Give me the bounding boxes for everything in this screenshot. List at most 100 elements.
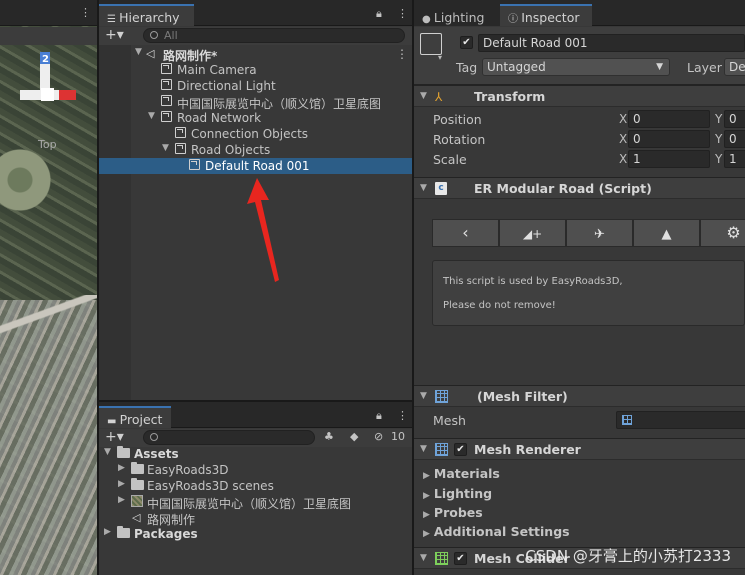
lighting-foldout[interactable]: ▶ Lighting (423, 486, 492, 501)
axis-y-label: Y (715, 112, 723, 126)
hierarchy-item-satellite-map[interactable]: 中国国际展览中心（顺义馆）卫星底图 (99, 94, 412, 111)
panel-menu-icon[interactable]: ⋮ (397, 409, 408, 422)
terrain-icon: ▲ (661, 227, 672, 242)
hierarchy-item-label: Road Objects (191, 143, 271, 157)
fold-arrow-icon[interactable]: ▼ (420, 183, 427, 193)
collapse-arrow-icon[interactable]: ▶ (104, 527, 111, 537)
probes-label: Probes (433, 505, 483, 520)
hidden-packages-icon[interactable]: ⊘ (374, 430, 383, 443)
add-road-icon: ◢+ (522, 227, 543, 241)
help-line-2: Please do not remove! (443, 300, 556, 311)
position-y-field[interactable]: 0 (724, 110, 745, 128)
lightbulb-icon: ● (422, 14, 434, 25)
object-name-field[interactable]: Default Road 001 (478, 34, 745, 52)
mesh-renderer-enabled-checkbox[interactable]: ✔ (454, 443, 467, 456)
project-item-easyroads3d-scenes[interactable]: ▶ EasyRoads3D scenes (99, 478, 412, 494)
tag-dropdown[interactable]: Untagged ▼ (482, 58, 670, 76)
fold-arrow-icon[interactable]: ▼ (420, 391, 427, 401)
gizmo-number: 2 (42, 54, 49, 65)
image-icon (131, 495, 143, 507)
expand-arrow-icon[interactable]: ▼ (162, 143, 169, 153)
tab-lighting[interactable]: ● Lighting (414, 4, 500, 26)
rotation-x-field[interactable]: 0 (628, 130, 710, 148)
gizmo-center[interactable] (41, 88, 54, 101)
position-label[interactable]: Position (433, 112, 482, 127)
hierarchy-item-main-camera[interactable]: Main Camera (99, 62, 412, 78)
icon-dropdown-caret[interactable]: ▾ (438, 53, 442, 62)
layer-dropdown[interactable]: Def (724, 58, 745, 76)
expand-arrow-icon[interactable]: ▼ (148, 111, 155, 121)
add-object-button[interactable]: +▾ (105, 27, 124, 43)
scale-label[interactable]: Scale (433, 152, 467, 167)
layer-label: Layer (687, 60, 722, 75)
rotation-y-field[interactable]: 0 (724, 130, 745, 148)
scene-menu-icon[interactable]: ⋮ (80, 6, 91, 19)
collapse-arrow-icon[interactable]: ▶ (118, 463, 125, 473)
search-icon (150, 433, 158, 441)
mesh-field[interactable] (616, 411, 745, 429)
rotation-label[interactable]: Rotation (433, 132, 485, 147)
fold-arrow-icon[interactable]: ▼ (420, 444, 427, 454)
project-item-easyroads3d[interactable]: ▶ EasyRoads3D (99, 462, 412, 478)
info-icon: ⓘ (508, 14, 522, 25)
tab-hierarchy[interactable]: ☰ Hierarchy (99, 4, 194, 26)
additional-settings-foldout[interactable]: ▶ Additional Settings (423, 524, 570, 539)
er-add-road-button[interactable]: ◢+ (499, 219, 566, 247)
collapse-arrow-icon: ▶ (423, 491, 430, 501)
expand-arrow-icon[interactable]: ▼ (104, 447, 111, 457)
create-asset-button[interactable]: +▾ (105, 429, 124, 445)
hierarchy-item-label: Directional Light (177, 79, 276, 93)
hierarchy-search-input[interactable]: All (143, 28, 405, 43)
hierarchy-item-directional-light[interactable]: Directional Light (99, 78, 412, 94)
folder-tab-icon: ▬ (107, 416, 120, 427)
project-item-scene[interactable]: ◁ 路网制作 (99, 510, 412, 527)
filter-by-label-icon[interactable]: ◆ (350, 430, 358, 443)
active-checkbox[interactable]: ✔ (460, 36, 473, 49)
scale-x-field[interactable]: 1 (628, 150, 710, 168)
expand-arrow-icon[interactable]: ▼ (135, 47, 142, 57)
transform-header[interactable]: ▼ ⅄ Transform (414, 85, 745, 107)
hierarchy-item-road-objects[interactable]: ▼ Road Objects (99, 142, 412, 158)
er-back-button[interactable]: ‹ (432, 219, 499, 247)
hierarchy-item-connection-objects[interactable]: Connection Objects (99, 126, 412, 142)
fold-arrow-icon[interactable]: ▼ (420, 91, 427, 101)
unity-scene-icon: ◁ (132, 511, 141, 524)
scene-menu-icon[interactable]: ⋮ (396, 47, 408, 61)
position-x-field[interactable]: 0 (628, 110, 710, 128)
gear-icon: ⚙ (726, 223, 741, 242)
project-search-input[interactable] (143, 430, 315, 445)
filter-by-type-icon[interactable]: ♣ (324, 430, 334, 443)
mesh-filter-header[interactable]: ▼ (Mesh Filter) (414, 385, 745, 407)
project-item-assets[interactable]: ▼ Assets (99, 446, 412, 462)
object-header: ▾ ✔ Default Road 001 Tag Untagged ▼ Laye… (414, 27, 745, 85)
er-terrain-button[interactable]: ▲ (633, 219, 700, 247)
probes-foldout[interactable]: ▶ Probes (423, 505, 483, 520)
lock-icon[interactable]: 🔒︎ (376, 7, 382, 21)
mesh-collider-enabled-checkbox[interactable]: ✔ (454, 552, 467, 565)
panel-menu-icon[interactable]: ⋮ (397, 7, 408, 20)
er-connection-button[interactable]: ✈ (566, 219, 633, 247)
gameobject-cube-icon (175, 143, 186, 154)
er-help-box: This script is used by EasyRoads3D, Plea… (432, 260, 745, 326)
lock-icon[interactable]: 🔒︎ (376, 409, 382, 423)
tab-project[interactable]: ▬ Project (99, 406, 171, 428)
er-settings-button[interactable]: ⚙ (700, 219, 745, 247)
project-item-packages[interactable]: ▶ Packages (99, 526, 412, 542)
unity-scene-icon: ◁ (146, 47, 155, 60)
tab-inspector[interactable]: ⓘ Inspector (500, 4, 592, 26)
scene-view[interactable]: ⋮ 2 Top (0, 0, 97, 575)
hierarchy-item-scene[interactable]: ▼ ◁ 路网制作* ⋮ (99, 46, 412, 63)
gizmo-view-label[interactable]: Top (38, 138, 57, 151)
hierarchy-item-road-network[interactable]: ▼ Road Network (99, 110, 412, 126)
scale-y-field[interactable]: 1 (724, 150, 745, 168)
project-item-label: Assets (134, 447, 179, 461)
fold-arrow-icon[interactable]: ▼ (420, 553, 427, 563)
mesh-renderer-header[interactable]: ▼ ✔ Mesh Renderer (414, 438, 745, 460)
collapse-arrow-icon[interactable]: ▶ (118, 495, 125, 505)
hierarchy-item-default-road[interactable]: Default Road 001 (99, 158, 412, 174)
collapse-arrow-icon[interactable]: ▶ (118, 479, 125, 489)
er-modular-road-header[interactable]: ▼ c ER Modular Road (Script) (414, 177, 745, 199)
materials-foldout[interactable]: ▶ Materials (423, 466, 500, 481)
project-item-satellite-image[interactable]: ▶ 中国国际展览中心（顺义馆）卫星底图 (99, 494, 412, 511)
hidden-packages-count: 10 (391, 430, 405, 443)
